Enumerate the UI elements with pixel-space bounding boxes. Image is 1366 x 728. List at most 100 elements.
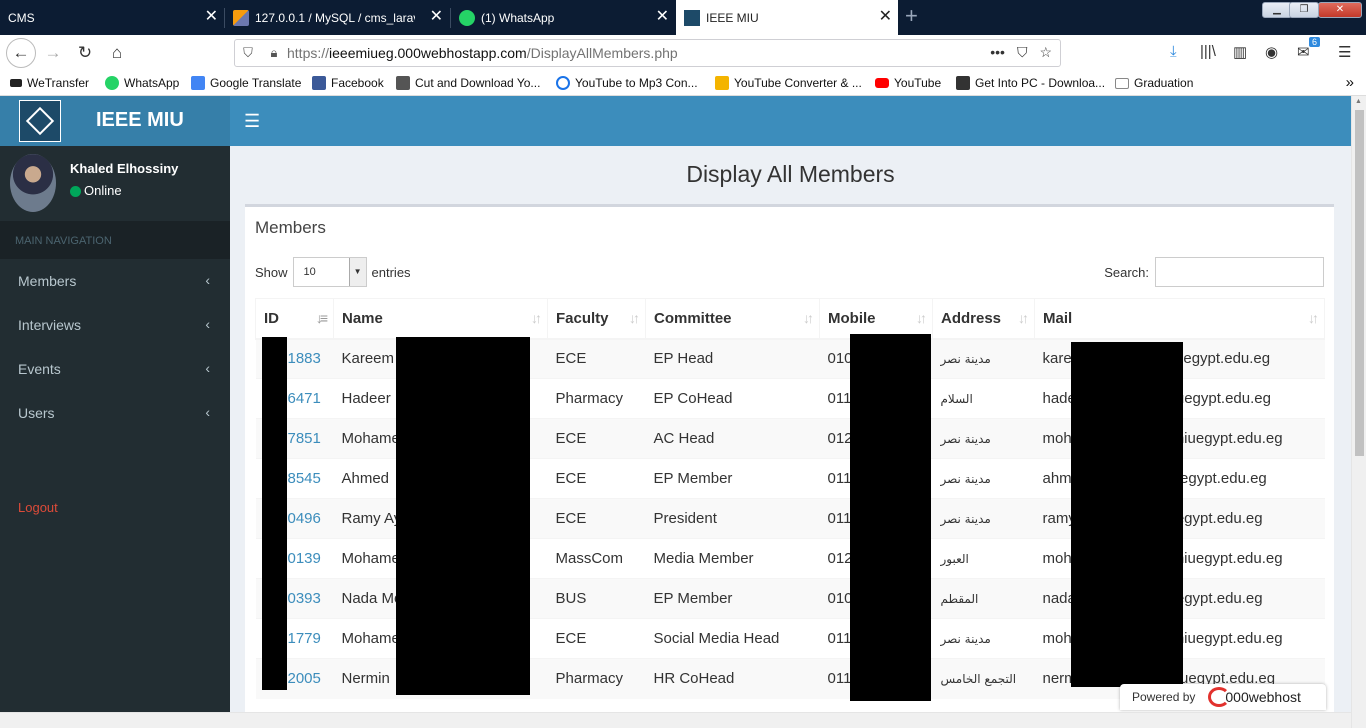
bookmark-whatsapp[interactable]: WhatsApp bbox=[105, 76, 179, 90]
lock-icon[interactable]: 🔒︎ bbox=[261, 45, 287, 61]
search-input[interactable] bbox=[1155, 257, 1324, 287]
download-icon bbox=[556, 76, 570, 90]
ieee-logo bbox=[19, 100, 61, 142]
extension-icon[interactable]: ✉ bbox=[1297, 43, 1310, 61]
sort-icon: ↓↑ bbox=[531, 310, 542, 326]
bookmark-facebook[interactable]: Facebook bbox=[312, 76, 384, 90]
library-icon[interactable]: |||\ bbox=[1200, 43, 1216, 60]
close-tab-icon[interactable]: ✕ bbox=[656, 9, 669, 25]
sidebar-item-events[interactable]: Events ‹ bbox=[0, 347, 230, 391]
close-tab-icon[interactable]: ✕ bbox=[205, 9, 218, 25]
column-label: Mail bbox=[1043, 309, 1073, 327]
app-header: IEEE MIU ☰ bbox=[0, 96, 1351, 146]
bookmark-label: Graduation bbox=[1134, 76, 1194, 90]
scroll-up-icon[interactable]: ▲ bbox=[1355, 98, 1362, 105]
mail-end: miuegypt.edu.eg bbox=[1171, 550, 1283, 567]
page-actions-icon[interactable]: ••• bbox=[990, 44, 1005, 61]
forward-button[interactable]: → bbox=[40, 40, 66, 66]
member-faculty-cell: ECE bbox=[547, 418, 646, 459]
user-panel: Khaled Elhossiny Online bbox=[0, 146, 230, 221]
dropdown-arrow-icon[interactable]: ▼ bbox=[348, 258, 366, 286]
account-icon[interactable]: ◉ bbox=[1265, 43, 1278, 61]
url-host: ieeemiueg.000webhostapp.com bbox=[329, 45, 527, 61]
bookmark-getintopc[interactable]: Get Into PC - Downloa... bbox=[956, 76, 1105, 90]
logout-link[interactable]: Logout bbox=[18, 500, 58, 515]
close-window-button[interactable]: ✕ bbox=[1318, 2, 1362, 18]
bookmark-cut-download[interactable]: Cut and Download Yo... bbox=[396, 76, 540, 90]
browser-tab-cms[interactable]: CMS ✕ bbox=[0, 0, 224, 35]
bookmark-wetransfer[interactable]: WeTransfer bbox=[10, 76, 89, 90]
vertical-scrollbar[interactable]: ▲ bbox=[1351, 96, 1366, 728]
column-header-address[interactable]: Address ↓↑ bbox=[932, 298, 1035, 340]
bookmark-youtube[interactable]: YouTube bbox=[875, 76, 941, 90]
sort-asc-icon: ↓≡ bbox=[315, 310, 328, 326]
mail-end: egypt.edu.eg bbox=[1175, 510, 1263, 527]
browser-tab-ieee-miu[interactable]: IEEE MIU ✕ bbox=[676, 0, 898, 35]
horizontal-scrollbar[interactable] bbox=[0, 712, 1351, 728]
member-faculty-cell: Pharmacy bbox=[547, 378, 646, 419]
entries-length-control: Show 10 ▼ entries bbox=[255, 257, 411, 287]
redaction-block bbox=[850, 334, 931, 701]
browser-navigation-bar: ← → ↻ ⌂ ⛉ 🔒︎ https://ieeemiueg.000webhos… bbox=[0, 35, 1366, 71]
member-faculty-cell: ECE bbox=[547, 498, 646, 539]
column-header-faculty[interactable]: Faculty ↓↑ bbox=[547, 298, 646, 340]
redaction-block bbox=[262, 337, 287, 690]
logo-area[interactable]: IEEE MIU bbox=[0, 96, 230, 146]
bookmark-label: YouTube to Mp3 Con... bbox=[575, 76, 698, 90]
sidebar: Khaled Elhossiny Online MAIN NAVIGATION … bbox=[0, 146, 230, 728]
column-header-id[interactable]: ID ↓≡ bbox=[255, 298, 334, 340]
sidebar-item-interviews[interactable]: Interviews ‹ bbox=[0, 303, 230, 347]
downloads-icon[interactable]: ⤓ bbox=[1170, 43, 1177, 60]
tab-title: CMS bbox=[8, 10, 35, 25]
bookmark-youtube-converter[interactable]: YouTube Converter & ... bbox=[715, 76, 862, 90]
shield-icon[interactable]: ⛉ bbox=[235, 45, 261, 61]
pocket-icon[interactable]: ⛉ bbox=[1017, 44, 1028, 61]
address-bar[interactable]: ⛉ 🔒︎ https://ieeemiueg.000webhostapp.com… bbox=[234, 39, 1061, 67]
chevron-left-icon: ‹ bbox=[205, 360, 210, 376]
column-header-committee[interactable]: Committee ↓↑ bbox=[645, 298, 820, 340]
column-header-name[interactable]: Name ↓↑ bbox=[333, 298, 548, 340]
home-button[interactable]: ⌂ bbox=[104, 40, 130, 66]
home-icon: ⌂ bbox=[111, 43, 123, 62]
entries-select[interactable]: 10 ▼ bbox=[292, 257, 367, 287]
sidebar-icon[interactable]: ▥ bbox=[1233, 43, 1247, 61]
sidebar-item-members[interactable]: Members ‹ bbox=[0, 259, 230, 303]
back-button[interactable]: ← bbox=[6, 38, 36, 68]
bookmark-graduation[interactable]: Graduation bbox=[1115, 76, 1193, 90]
reload-button[interactable]: ↻ bbox=[72, 40, 98, 66]
member-faculty-cell: ECE bbox=[547, 618, 646, 659]
close-tab-icon[interactable]: ✕ bbox=[879, 9, 892, 25]
member-address-cell: المقطم bbox=[932, 578, 1035, 619]
sidebar-toggle-icon[interactable]: ☰ bbox=[244, 111, 260, 132]
minimize-button[interactable]: ▁ bbox=[1262, 2, 1292, 18]
sidebar-item-users[interactable]: Users ‹ bbox=[0, 391, 230, 435]
column-header-mobile[interactable]: Mobile ↓↑ bbox=[819, 298, 933, 340]
more-bookmarks-icon[interactable]: » bbox=[1346, 74, 1354, 91]
wetransfer-icon bbox=[10, 79, 22, 87]
bookmark-youtube-mp3[interactable]: YouTube to Mp3 Con... bbox=[556, 76, 698, 90]
browser-tab-whatsapp[interactable]: (1) WhatsApp ✕ bbox=[451, 0, 675, 35]
webhost-logo-icon bbox=[1208, 687, 1230, 707]
close-tab-icon[interactable]: ✕ bbox=[430, 9, 443, 25]
maximize-button[interactable]: ❐ bbox=[1289, 2, 1319, 18]
sidebar-item-label: Events bbox=[18, 361, 61, 377]
user-name: Khaled Elhossiny bbox=[70, 161, 179, 176]
mail-end: uegypt.edu.eg bbox=[1175, 390, 1271, 407]
bookmark-label: YouTube Converter & ... bbox=[734, 76, 862, 90]
menu-icon[interactable]: ☰ bbox=[1338, 43, 1351, 61]
bookmark-star-icon[interactable]: ☆ bbox=[1039, 44, 1052, 61]
sidebar-item-label: Members bbox=[18, 273, 77, 289]
browser-tab-phpmyadmin[interactable]: 127.0.0.1 / MySQL / cms_laravel ✕ bbox=[225, 0, 449, 35]
column-label: Address bbox=[941, 309, 1002, 327]
new-tab-button[interactable]: + bbox=[905, 5, 918, 27]
browser-tab-bar: CMS ✕ 127.0.0.1 / MySQL / cms_laravel ✕ … bbox=[0, 0, 1366, 35]
mail-end: miuegypt.edu.eg bbox=[1171, 630, 1283, 647]
notification-badge: 6 bbox=[1309, 37, 1321, 47]
powered-by-badge[interactable]: Powered by 000webhost bbox=[1120, 684, 1326, 710]
column-header-mail[interactable]: Mail ↓↑ bbox=[1034, 298, 1325, 340]
bookmark-google-translate[interactable]: Google Translate bbox=[191, 76, 301, 90]
member-faculty-cell: BUS bbox=[547, 578, 646, 619]
member-faculty-cell: ECE bbox=[547, 458, 646, 499]
scrollbar-thumb[interactable] bbox=[1355, 110, 1364, 456]
column-label: Faculty bbox=[556, 309, 609, 327]
